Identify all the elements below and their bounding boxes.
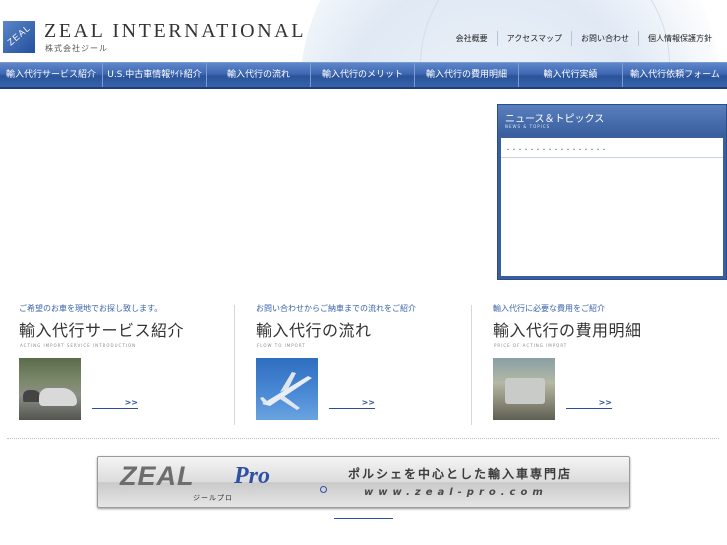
section-import-cost: 輸入代行に必要な費用をご紹介 輸入代行の費用明細 PRICE OF ACTING… (493, 300, 703, 425)
section-tagline: 輸入代行に必要な費用をご紹介 (493, 304, 605, 313)
column-divider (471, 305, 472, 425)
nav-us-used-car-sites[interactable]: U.S.中古車情報ｻｲﾄ紹介 (103, 63, 207, 87)
section-service-intro: ご希望のお車を現地でお探し致します。 輸入代行サービス紹介 ACTING IMP… (19, 300, 219, 425)
car-photo-thumbnail[interactable] (19, 358, 81, 420)
more-link[interactable]: >> (566, 398, 612, 409)
news-list: ・・・・・・・・・・・・・・・・・ (501, 138, 723, 276)
section-title[interactable]: 輸入代行の費用明細 (493, 317, 642, 341)
banner-catchphrase: ポルシェを中心とした輸入車専門店 (348, 467, 573, 481)
section-import-flow: お問い合わせからご納車までの流れをご紹介 輸入代行の流れ FLOW TO IMP… (256, 300, 456, 425)
section-english: ACTING IMPORT SERVICE INTRODUCTION (20, 343, 137, 348)
nav-import-merit[interactable]: 輸入代行のメリット (311, 63, 415, 87)
silver-car-shape (39, 388, 77, 406)
toplink-company[interactable]: 会社概要 (447, 31, 497, 46)
more-link[interactable]: >> (92, 398, 138, 409)
main-nav: 輸入代行サービス紹介 U.S.中古車情報ｻｲﾄ紹介 輸入代行の流れ 輸入代行のメ… (0, 62, 727, 89)
section-title[interactable]: 輸入代行サービス紹介 (19, 317, 184, 341)
banner-url: www.zeal-pro.com (364, 487, 548, 498)
news-header: ニュース＆トピックス NEWS & TOPICS (498, 105, 726, 135)
logo-mark-text: ZEAL (5, 22, 33, 48)
section-english: FLOW TO IMPORT (257, 343, 306, 348)
more-link[interactable]: >> (329, 398, 375, 409)
nav-import-cost[interactable]: 輸入代行の費用明細 (415, 63, 519, 87)
registered-mark-icon (320, 486, 327, 493)
section-tagline: ご希望のお車を現地でお探し致します。 (19, 304, 163, 313)
toplink-access-map[interactable]: アクセスマップ (496, 31, 571, 46)
brand-name[interactable]: ZEAL INTERNATIONAL (44, 20, 306, 43)
nav-service-intro[interactable]: 輸入代行サービス紹介 (0, 63, 103, 87)
toplink-contact[interactable]: お問い合わせ (571, 31, 638, 46)
toplink-privacy[interactable]: 個人情報保護方針 (638, 31, 721, 46)
news-item[interactable]: ・・・・・・・・・・・・・・・・・ (501, 138, 723, 158)
dotted-divider (7, 438, 719, 439)
banner-kana: ジールプロ (193, 494, 233, 502)
news-box: ニュース＆トピックス NEWS & TOPICS ・・・・・・・・・・・・・・・… (497, 104, 727, 280)
section-tagline: お問い合わせからご納車までの流れをご紹介 (256, 304, 416, 313)
header: ZEAL ZEAL INTERNATIONAL 株式会社ジール 会社概要 アクセ… (0, 0, 727, 62)
zeal-pro-banner[interactable]: ZEAL Pro ジールプロ ポルシェを中心とした輸入車専門店 www.zeal… (97, 456, 630, 508)
banner-pro-script: Pro (234, 463, 270, 489)
section-english: PRICE OF ACTING IMPORT (494, 343, 568, 348)
footer-link-underline[interactable] (334, 518, 393, 519)
suv-photo-thumbnail[interactable] (493, 358, 555, 420)
banner-logo: ZEAL (120, 461, 195, 491)
column-divider (234, 305, 235, 425)
airplane-icon (260, 372, 312, 410)
suv-shape (505, 378, 545, 404)
top-links: 会社概要 アクセスマップ お問い合わせ 個人情報保護方針 (447, 31, 721, 46)
nav-import-flow[interactable]: 輸入代行の流れ (207, 63, 311, 87)
nav-request-form[interactable]: 輸入代行依頼フォーム (623, 63, 727, 87)
brand-subtitle: 株式会社ジール (45, 44, 108, 53)
airplane-photo-thumbnail[interactable] (256, 358, 318, 420)
logo-mark[interactable]: ZEAL (3, 21, 35, 53)
news-title: ニュース＆トピックス (505, 114, 605, 125)
nav-import-results[interactable]: 輸入代行実績 (519, 63, 623, 87)
news-subtitle: NEWS & TOPICS (505, 124, 551, 129)
section-title[interactable]: 輸入代行の流れ (256, 317, 372, 341)
